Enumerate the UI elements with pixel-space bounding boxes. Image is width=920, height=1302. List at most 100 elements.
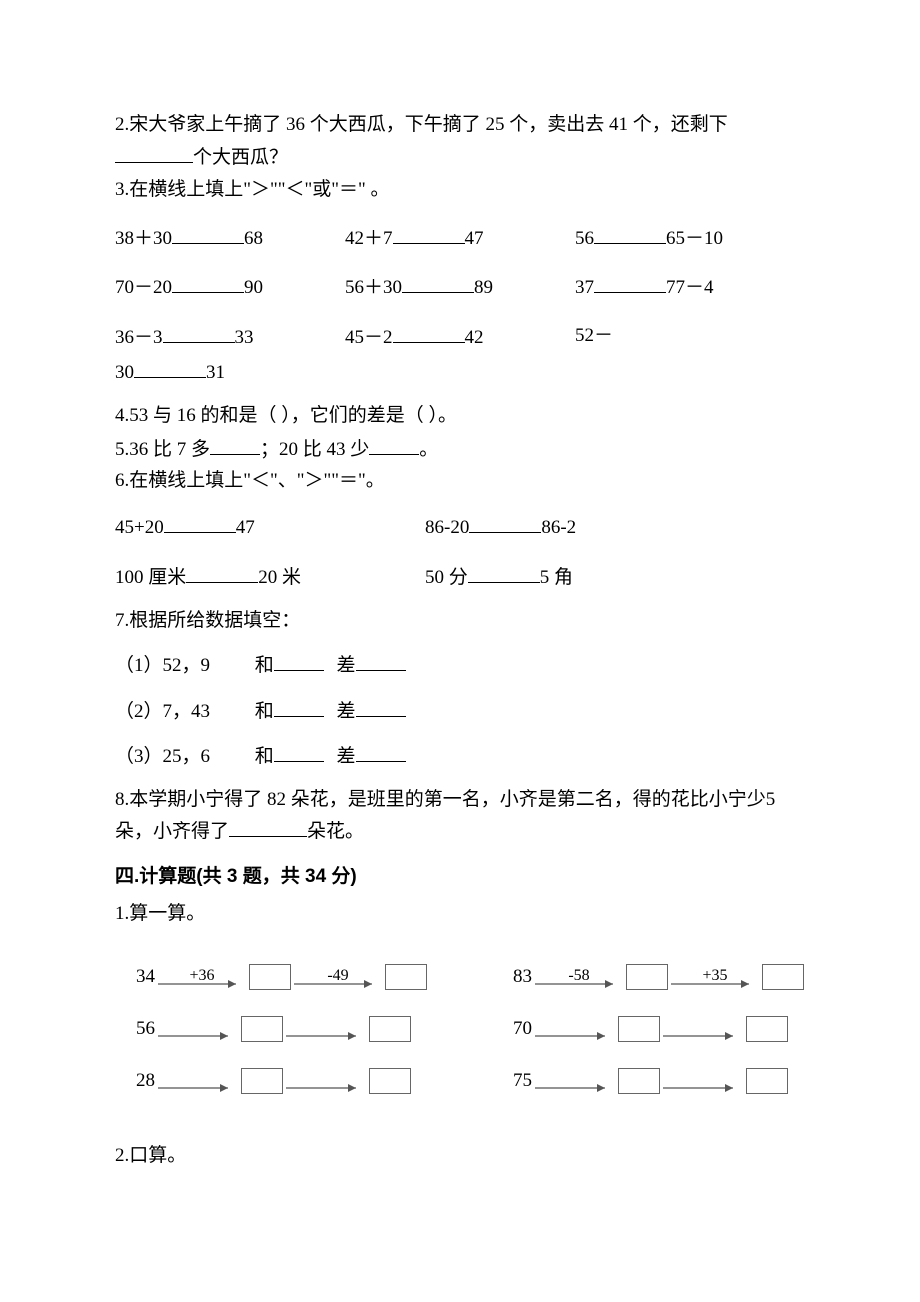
q7-item-1: （1）52，9 和 差 — [115, 649, 805, 680]
answer-box[interactable] — [618, 1068, 660, 1094]
arrow-op: -49 — [293, 964, 383, 990]
arrow-icon — [671, 978, 759, 990]
compare-blank[interactable] — [594, 222, 666, 244]
arrow-icon — [535, 978, 623, 990]
q3-cell: 56＋3089 — [345, 271, 575, 302]
arrow-op — [285, 1068, 367, 1094]
q7-item-2: （2）7，43 和 差 — [115, 695, 805, 726]
compare-blank[interactable] — [469, 511, 541, 533]
answer-box[interactable] — [385, 964, 427, 990]
arrow-icon — [294, 978, 382, 990]
arrow-op: -58 — [534, 964, 624, 990]
answer-box[interactable] — [762, 964, 804, 990]
q2-line1: 2.宋大爷家上午摘了 36 个大西瓜，下午摘了 25 个，卖出去 41 个，还剩… — [115, 110, 805, 139]
answer-box[interactable] — [369, 1016, 411, 1042]
diagram-left: 34 +36 -49 56 — [121, 957, 428, 1113]
compare-blank[interactable] — [186, 561, 258, 583]
arrow-op — [662, 1016, 744, 1042]
q7-title: 7.根据所给数据填空： — [115, 606, 805, 635]
s4-q2: 2.口算。 — [115, 1141, 805, 1170]
arrow-op: +35 — [670, 964, 760, 990]
answer-box[interactable] — [746, 1016, 788, 1042]
q5-blank-2[interactable] — [369, 433, 419, 455]
diagram-row: 28 — [121, 1061, 428, 1101]
sum-blank[interactable] — [274, 740, 324, 762]
q3-cell: 45－242 — [345, 321, 575, 352]
q2-line2: 个大西瓜？ — [115, 141, 805, 172]
diagram-right: 83 -58 +35 70 — [498, 957, 805, 1113]
arrow-icon — [663, 1082, 743, 1094]
diff-blank[interactable] — [356, 740, 406, 762]
q3-row-3-tail: 3031 — [115, 356, 805, 387]
arrow-op — [662, 1068, 744, 1094]
q8-blank[interactable] — [229, 815, 307, 837]
arrow-op — [534, 1016, 616, 1042]
arrow-op — [534, 1068, 616, 1094]
compare-blank[interactable] — [163, 321, 235, 343]
arrow-icon — [158, 1030, 238, 1042]
diagram-wrap: 34 +36 -49 56 — [121, 957, 805, 1113]
q3-cell: 42＋747 — [345, 222, 575, 253]
arrow-icon — [535, 1030, 615, 1042]
q6-cell: 100 厘米20 米 — [115, 561, 425, 592]
compare-blank[interactable] — [164, 511, 236, 533]
sum-blank[interactable] — [274, 695, 324, 717]
q6-title: 6.在横线上填上"＜"、"＞""＝"。 — [115, 466, 805, 495]
answer-box[interactable] — [618, 1016, 660, 1042]
q3-row-2: 70－2090 56＋3089 3777－4 — [115, 271, 805, 302]
q3-title: 3.在横线上填上"＞""＜"或"＝" 。 — [115, 175, 805, 204]
compare-blank[interactable] — [594, 271, 666, 293]
q2-blank[interactable] — [115, 141, 193, 163]
answer-box[interactable] — [241, 1016, 283, 1042]
q6-cell: 86-2086-2 — [425, 511, 685, 542]
diagram-row: 75 — [498, 1061, 805, 1101]
diagram-row: 70 — [498, 1009, 805, 1049]
q3-cell: 52－ — [575, 321, 805, 352]
arrow-op: +36 — [157, 964, 247, 990]
compare-blank[interactable] — [402, 271, 474, 293]
arrow-op — [285, 1016, 367, 1042]
arrow-icon — [286, 1082, 366, 1094]
answer-box[interactable] — [746, 1068, 788, 1094]
diagram-row: 56 — [121, 1009, 428, 1049]
sum-blank[interactable] — [274, 649, 324, 671]
diagram-row: 34 +36 -49 — [121, 957, 428, 997]
arrow-icon — [535, 1082, 615, 1094]
q3-cell: 70－2090 — [115, 271, 345, 302]
answer-box[interactable] — [241, 1068, 283, 1094]
arrow-op — [157, 1016, 239, 1042]
q3-cell: 3777－4 — [575, 271, 805, 302]
q4-text: 4.53 与 16 的和是（ ），它们的差是（ ）。 — [115, 401, 805, 430]
answer-box[interactable] — [249, 964, 291, 990]
diff-blank[interactable] — [356, 695, 406, 717]
answer-box[interactable] — [369, 1068, 411, 1094]
compare-blank[interactable] — [468, 561, 540, 583]
compare-blank[interactable] — [172, 222, 244, 244]
q3-cell: 36－333 — [115, 321, 345, 352]
q8-line: 8.本学期小宁得了 82 朵花，是班里的第一名，小齐是第二名，得的花比小宁少5 … — [115, 785, 805, 846]
compare-blank[interactable] — [172, 271, 244, 293]
arrow-icon — [158, 978, 246, 990]
q7-item-3: （3）25，6 和 差 — [115, 740, 805, 771]
compare-blank[interactable] — [393, 222, 465, 244]
q3-row-3: 36－333 45－242 52－ — [115, 321, 805, 352]
q6-row-1: 45+2047 86-2086-2 — [115, 511, 805, 542]
q2-text-a: 2.宋大爷家上午摘了 36 个大西瓜，下午摘了 25 个，卖出去 41 个，还剩… — [115, 114, 728, 135]
q6-cell: 50 分5 角 — [425, 561, 685, 592]
compare-blank[interactable] — [134, 356, 206, 378]
q3-cell: 5665－10 — [575, 222, 805, 253]
q6-cell: 45+2047 — [115, 511, 425, 542]
q3-cell: 38＋3068 — [115, 222, 345, 253]
arrow-icon — [663, 1030, 743, 1042]
arrow-icon — [158, 1082, 238, 1094]
q2-text-b: 个大西瓜？ — [193, 147, 288, 168]
q6-row-2: 100 厘米20 米 50 分5 角 — [115, 561, 805, 592]
answer-box[interactable] — [626, 964, 668, 990]
compare-blank[interactable] — [393, 321, 465, 343]
q5-blank-1[interactable] — [210, 433, 260, 455]
q5-line: 5.36 比 7 多；20 比 43 少。 — [115, 433, 805, 464]
arrow-op — [157, 1068, 239, 1094]
diff-blank[interactable] — [356, 649, 406, 671]
arrow-icon — [286, 1030, 366, 1042]
section4-title: 四.计算题(共 3 题，共 34 分) — [115, 862, 805, 891]
